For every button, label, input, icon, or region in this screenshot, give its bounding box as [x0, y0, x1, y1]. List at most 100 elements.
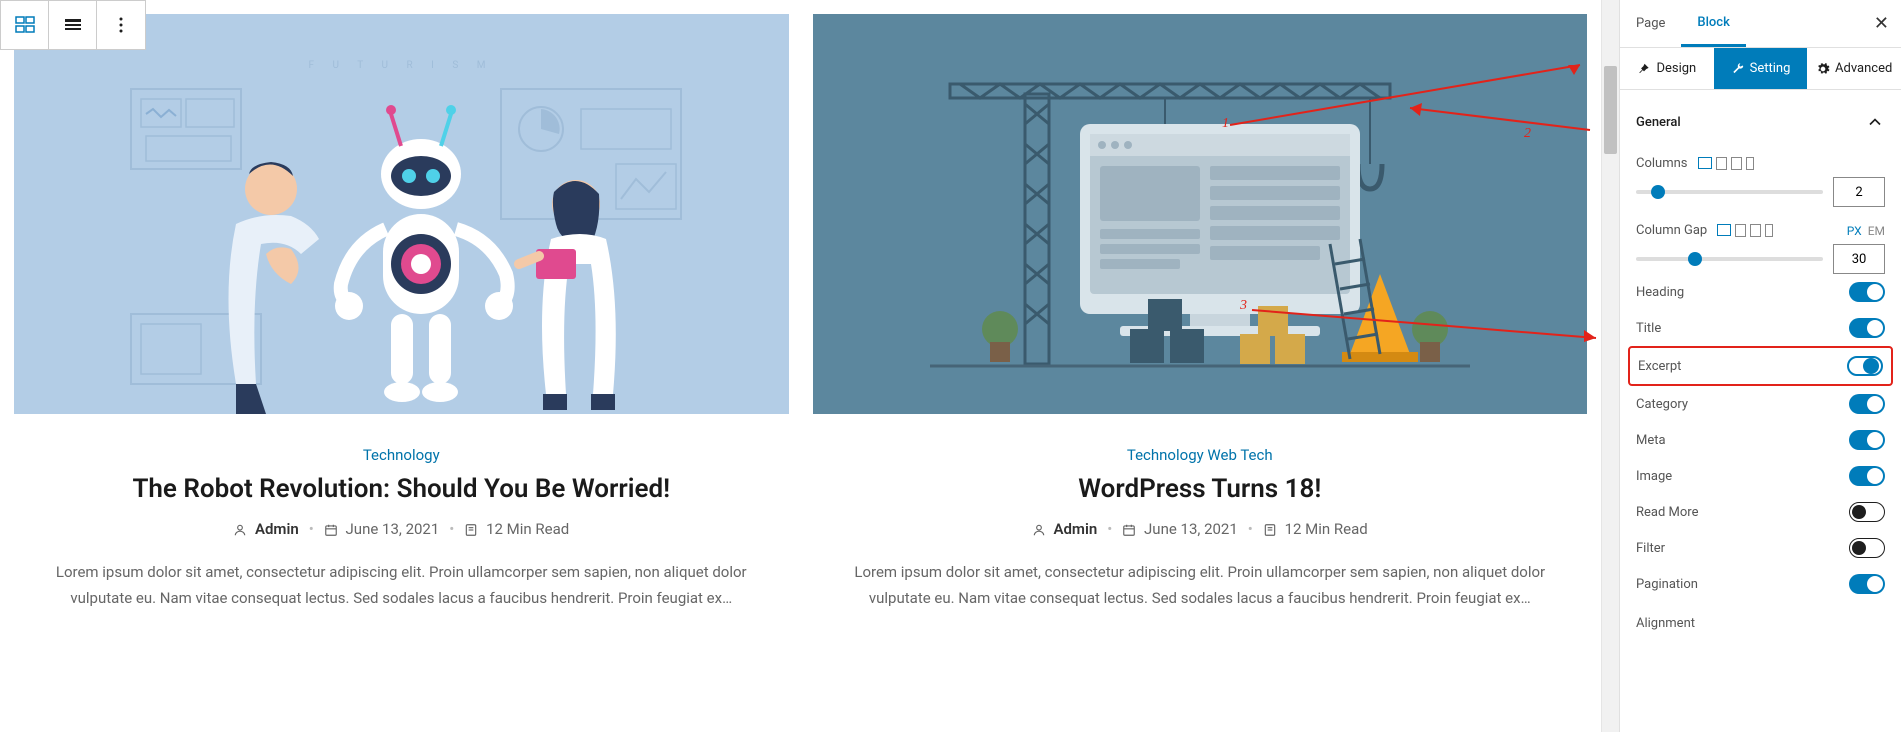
chevron-up-icon [1865, 112, 1885, 132]
slider-track[interactable] [1636, 257, 1823, 261]
post-image: F U T U R I S M [14, 14, 789, 414]
post-category[interactable]: Technology [24, 446, 779, 464]
slider-thumb[interactable] [1651, 185, 1665, 199]
readtime-meta: 12 Min Read [1263, 520, 1368, 538]
subtab-setting[interactable]: Setting [1714, 48, 1808, 89]
annotation-number-2: 2 [1524, 126, 1531, 142]
toggle-title: Title [1636, 310, 1885, 346]
toggle-category: Category [1636, 386, 1885, 422]
subtab-advanced[interactable]: Advanced [1807, 48, 1901, 89]
post-image [813, 14, 1588, 414]
post-excerpt: Lorem ipsum dolor sit amet, consectetur … [823, 560, 1578, 611]
date-meta: June 13, 2021 [324, 520, 440, 538]
unit-toggle: PX EM [1847, 224, 1885, 238]
toggle-heading-switch[interactable] [1849, 282, 1885, 302]
toggle-pagination-switch[interactable] [1849, 574, 1885, 594]
toggle-filter-switch[interactable] [1849, 538, 1885, 558]
toggle-meta-switch[interactable] [1849, 430, 1885, 450]
toggle-pagination-label: Pagination [1636, 577, 1698, 592]
subtab-design-label: Design [1656, 61, 1696, 76]
annotation-number-3: 3 [1240, 298, 1247, 314]
panel-title: General [1636, 115, 1681, 130]
vertical-scrollbar[interactable] [1601, 0, 1619, 732]
panel-header-general[interactable]: General [1636, 104, 1885, 140]
block-icon-button[interactable] [1, 1, 49, 49]
post-title[interactable]: WordPress Turns 18! [823, 474, 1578, 504]
sidebar-top-tabs: Page Block ✕ [1620, 0, 1901, 48]
desktop-icon[interactable] [1717, 224, 1731, 236]
wrench-icon [1731, 62, 1745, 76]
column-gap-label: Column Gap [1636, 223, 1707, 238]
tablet-icon[interactable] [1735, 224, 1746, 237]
slider-track[interactable] [1636, 190, 1823, 194]
pin-icon [1637, 62, 1651, 76]
toggle-excerpt-switch[interactable] [1847, 356, 1883, 376]
author-name: Admin [255, 520, 299, 538]
toggle-category-switch[interactable] [1849, 394, 1885, 414]
tab-page[interactable]: Page [1620, 0, 1681, 47]
author-name: Admin [1053, 520, 1097, 538]
tablet-landscape-icon[interactable] [1750, 224, 1761, 237]
more-options-button[interactable] [97, 1, 145, 49]
post-meta: Admin • June 13, 2021 • 12 Min Read [823, 520, 1578, 538]
readtime-text: 12 Min Read [1285, 520, 1368, 538]
meta-separator: • [309, 520, 314, 538]
subtab-design[interactable]: Design [1620, 48, 1714, 89]
date-text: June 13, 2021 [1144, 520, 1238, 538]
date-text: June 13, 2021 [346, 520, 440, 538]
author-meta: Admin [233, 520, 299, 538]
mobile-icon[interactable] [1765, 224, 1773, 237]
post-category[interactable]: Technology Web Tech [823, 446, 1578, 464]
alignment-label: Alignment [1636, 616, 1695, 631]
column-gap-control: Column Gap PX EM [1636, 223, 1885, 238]
toggle-heading-label: Heading [1636, 285, 1684, 300]
columns-slider [1636, 177, 1885, 207]
toggle-excerpt: Excerpt [1628, 346, 1893, 386]
post-meta: Admin • June 13, 2021 • 12 Min Read [24, 520, 779, 538]
toggle-image: Image [1636, 458, 1885, 494]
toggle-read-more-switch[interactable] [1849, 502, 1885, 522]
toggle-image-switch[interactable] [1849, 466, 1885, 486]
subtab-setting-label: Setting [1750, 61, 1791, 76]
unit-em[interactable]: EM [1868, 224, 1885, 238]
align-button[interactable] [49, 1, 97, 49]
scrollbar-thumb[interactable] [1604, 66, 1617, 154]
column-gap-input[interactable] [1833, 244, 1885, 274]
post-excerpt: Lorem ipsum dolor sit amet, consectetur … [24, 560, 779, 611]
toggle-filter-label: Filter [1636, 541, 1665, 556]
svg-text:F U T U R I S M: F U T U R I S M [309, 60, 494, 71]
editor-canvas: F U T U R I S M [0, 0, 1601, 732]
toggle-meta-label: Meta [1636, 433, 1666, 448]
responsive-device-icons[interactable] [1717, 224, 1773, 237]
toggle-title-label: Title [1636, 321, 1661, 336]
subtab-advanced-label: Advanced [1835, 61, 1892, 76]
unit-px[interactable]: PX [1847, 224, 1862, 238]
meta-separator: • [1248, 520, 1253, 538]
tab-block[interactable]: Block [1681, 0, 1745, 47]
toggle-excerpt-label: Excerpt [1638, 359, 1681, 374]
columns-control: Columns [1636, 156, 1885, 171]
toggle-read-more: Read More [1636, 494, 1885, 530]
columns-label: Columns [1636, 156, 1688, 171]
close-sidebar-button[interactable]: ✕ [1874, 13, 1889, 34]
post-card: Technology Web Tech WordPress Turns 18! … [813, 14, 1588, 718]
responsive-device-icons[interactable] [1698, 157, 1754, 170]
desktop-icon[interactable] [1698, 157, 1712, 169]
columns-label-wrap: Columns [1636, 156, 1754, 171]
columns-input[interactable] [1833, 177, 1885, 207]
toggle-filter: Filter [1636, 530, 1885, 566]
toggle-heading: Heading [1636, 274, 1885, 310]
toggle-read-more-label: Read More [1636, 505, 1698, 520]
meta-separator: • [1107, 520, 1112, 538]
post-body: Technology The Robot Revolution: Should … [14, 414, 789, 631]
readtime-text: 12 Min Read [486, 520, 569, 538]
toggle-pagination: Pagination [1636, 566, 1885, 602]
settings-sidebar: Page Block ✕ Design Setting Advanced Gen… [1619, 0, 1901, 732]
tablet-landscape-icon[interactable] [1731, 157, 1742, 170]
block-toolbar [0, 0, 146, 50]
post-title[interactable]: The Robot Revolution: Should You Be Worr… [24, 474, 779, 504]
slider-thumb[interactable] [1688, 252, 1702, 266]
mobile-icon[interactable] [1746, 157, 1754, 170]
toggle-title-switch[interactable] [1849, 318, 1885, 338]
tablet-icon[interactable] [1716, 157, 1727, 170]
